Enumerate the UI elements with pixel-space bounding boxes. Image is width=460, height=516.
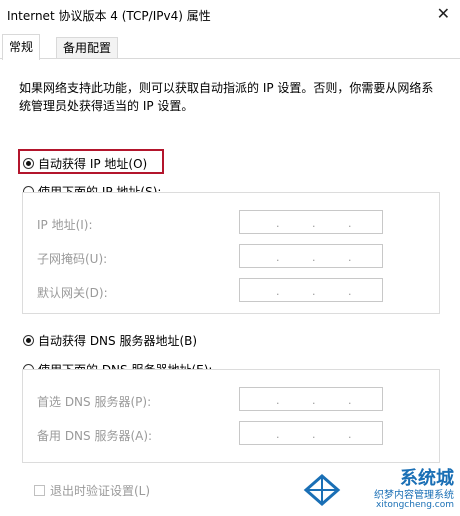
default-gateway-label: 默认网关(D): <box>37 286 108 300</box>
general-panel: 如果网络支持此功能，则可以获取自动指派的 IP 设置。否则，你需要从网络系统管理… <box>0 59 460 516</box>
description-text: 如果网络支持此功能，则可以获取自动指派的 IP 设置。否则，你需要从网络系统管理… <box>19 81 434 113</box>
tab-alternate-configuration[interactable]: 备用配置 <box>56 37 119 59</box>
radio-auto-ip-label: 自动获得 IP 地址(O) <box>38 157 148 171</box>
title-bar: Internet 协议版本 4 (TCP/IPv4) 属性 ✕ <box>0 0 460 32</box>
watermark: 系统城 织梦内容管理系统 xitongcheng.com <box>300 462 460 516</box>
alternate-dns-label: 备用 DNS 服务器(A): <box>37 429 153 443</box>
radio-auto-dns-label: 自动获得 DNS 服务器地址(B) <box>38 334 198 348</box>
preferred-dns-input[interactable]: ... <box>239 387 383 411</box>
window-title: Internet 协议版本 4 (TCP/IPv4) 属性 <box>7 9 211 23</box>
subnet-mask-label: 子网掩码(U): <box>37 252 108 266</box>
windows-logo-icon <box>303 474 341 506</box>
tab-general[interactable]: 常规 <box>2 34 41 60</box>
validate-on-exit-checkbox[interactable]: 退出时验证设置(L) <box>34 482 150 499</box>
radio-auto-ip[interactable]: 自动获得 IP 地址(O) <box>23 155 147 172</box>
ip-address-label: IP 地址(I): <box>37 218 93 232</box>
ip-address-input[interactable]: ... <box>239 210 383 234</box>
ip-address-group: IP 地址(I): ... 子网掩码(U): ... 默认网关(D): ... <box>22 192 440 314</box>
watermark-url: xitongcheng.com <box>376 500 454 510</box>
tab-strip: 常规 备用配置 <box>0 33 460 60</box>
subnet-mask-input[interactable]: ... <box>239 244 383 268</box>
radio-auto-dns[interactable]: 自动获得 DNS 服务器地址(B) <box>23 332 197 349</box>
default-gateway-input[interactable]: ... <box>239 278 383 302</box>
radio-selected-icon[interactable] <box>23 335 34 346</box>
alternate-dns-input[interactable]: ... <box>239 421 383 445</box>
watermark-line1: 织梦内容管理系统 <box>374 490 454 501</box>
close-icon[interactable]: ✕ <box>437 4 450 23</box>
checkbox-icon[interactable] <box>34 485 45 496</box>
radio-selected-icon[interactable] <box>23 158 34 169</box>
dns-server-group: 首选 DNS 服务器(P): ... 备用 DNS 服务器(A): ... <box>22 369 440 463</box>
validate-on-exit-label: 退出时验证设置(L) <box>50 484 151 498</box>
preferred-dns-label: 首选 DNS 服务器(P): <box>37 395 152 409</box>
